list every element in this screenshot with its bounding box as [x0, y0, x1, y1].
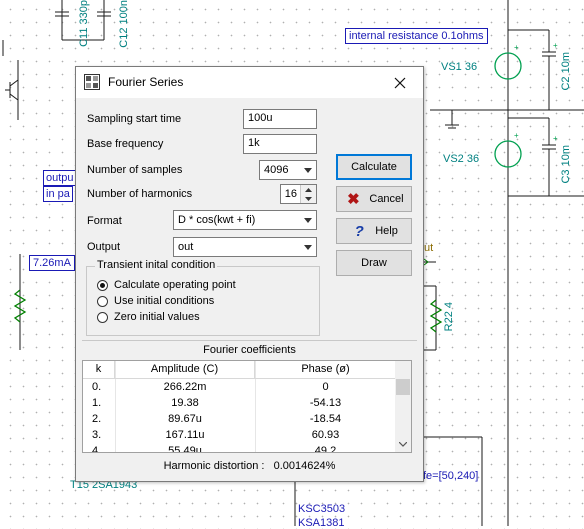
- table-header: k Amplitude (C) Phase (ø): [83, 361, 396, 379]
- base-frequency-input[interactable]: 1k: [243, 134, 317, 154]
- cell-phase: -18.54: [309, 413, 342, 425]
- help-question-icon: ?: [354, 222, 364, 240]
- table-row[interactable]: 4. 55.49u 49.2: [83, 443, 396, 453]
- harmonic-distortion-value: 0.0014624%: [273, 460, 336, 472]
- hfe-label: fe=[50,240]: [423, 470, 479, 482]
- svg-text:+: +: [553, 134, 558, 143]
- radio-zero-initial-values[interactable]: Zero initial values: [97, 310, 200, 324]
- transient-group-title: Transient inital condition: [95, 259, 218, 271]
- table-row[interactable]: 2. 89.67u -18.54: [83, 411, 396, 427]
- svg-text:+: +: [553, 41, 558, 50]
- cell-k: 1.: [92, 397, 102, 409]
- cell-k: 2.: [92, 413, 102, 425]
- radio-unselected-icon: [97, 311, 108, 323]
- table-row[interactable]: 1. 19.38 -54.13: [83, 395, 396, 411]
- column-header-phase[interactable]: Phase (ø): [255, 361, 396, 378]
- output-note-1: outpu: [43, 170, 77, 186]
- cancel-x-icon: ✖: [347, 191, 360, 208]
- draw-button[interactable]: Draw: [336, 250, 412, 276]
- number-of-harmonics-value: 16: [284, 188, 297, 200]
- cell-phase: 49.2: [314, 445, 337, 453]
- c3-label: C3 10m: [560, 145, 572, 184]
- calculate-button[interactable]: Calculate: [336, 154, 412, 180]
- number-of-samples-label: Number of samples: [87, 164, 183, 176]
- radio-label: Zero initial values: [114, 311, 200, 323]
- sampling-start-time-label: Sampling start time: [87, 113, 182, 125]
- cell-phase: 0: [322, 381, 329, 393]
- harmonic-distortion-label: Harmonic distortion :: [163, 460, 265, 472]
- fourier-series-dialog: Fourier Series Sampling start time 100u …: [75, 66, 424, 482]
- help-button-label: Help: [375, 225, 398, 237]
- radio-label: Calculate operating point: [114, 279, 236, 291]
- svg-text:+: +: [514, 131, 519, 140]
- output-value: out: [178, 241, 194, 253]
- cell-amplitude: 55.49u: [168, 445, 202, 453]
- scrollbar-thumb[interactable]: [396, 379, 410, 395]
- number-of-harmonics-label: Number of harmonics: [87, 188, 193, 200]
- c2-label: C2 10m: [560, 52, 572, 91]
- vs2-label: VS2 36: [443, 153, 480, 165]
- scroll-down-icon[interactable]: [395, 437, 411, 452]
- dialog-title: Fourier Series: [108, 75, 184, 89]
- radio-unselected-icon: [97, 295, 108, 307]
- close-icon: [394, 77, 406, 88]
- dialog-titlebar[interactable]: Fourier Series: [76, 67, 423, 98]
- chevron-down-icon: [300, 238, 316, 256]
- chevron-down-icon: [300, 211, 316, 229]
- c12-label: C12 100n: [118, 0, 130, 48]
- output-select[interactable]: out: [173, 237, 317, 257]
- sampling-start-time-input[interactable]: 100u: [243, 109, 317, 129]
- current-probe-label: 7.26mA: [29, 255, 75, 271]
- radio-calculate-operating-point[interactable]: Calculate operating point: [97, 278, 236, 292]
- transient-condition-group: Transient inital condition Calculate ope…: [86, 259, 320, 336]
- table-row[interactable]: 0. 266.22m 0: [83, 379, 396, 395]
- divider: [82, 340, 417, 341]
- radio-label: Use initial conditions: [114, 295, 215, 307]
- cell-k: 4.: [92, 445, 102, 453]
- cell-k: 3.: [92, 429, 102, 441]
- cell-amplitude: 19.38: [171, 397, 199, 409]
- radio-selected-icon: [97, 279, 108, 291]
- cancel-button-label: Cancel: [369, 193, 404, 205]
- c11-label: C11 330p: [78, 0, 90, 47]
- fourier-coefficients-table[interactable]: k Amplitude (C) Phase (ø) 0. 266.22m 0 1…: [82, 360, 412, 453]
- cell-amplitude: 167.11u: [165, 429, 205, 441]
- format-label: Format: [87, 215, 122, 227]
- output-label: Output: [87, 241, 121, 253]
- ksa1381-label: KSA1381: [298, 517, 345, 529]
- ksc3503-label: KSC3503: [298, 503, 346, 515]
- internal-resistance-note: internal resistance 0.1ohms: [345, 28, 488, 44]
- vs1-label: VS1 36: [441, 61, 478, 73]
- cancel-button[interactable]: ✖ Cancel: [336, 186, 412, 212]
- number-of-harmonics-stepper[interactable]: 16: [280, 184, 317, 204]
- number-of-samples-select[interactable]: 4096: [259, 160, 317, 180]
- output-note-2: in pa: [43, 186, 73, 202]
- table-row[interactable]: 3. 167.11u 60.93: [83, 427, 396, 443]
- cell-amplitude: 89.67u: [168, 413, 202, 425]
- base-frequency-label: Base frequency: [87, 138, 164, 150]
- table-scrollbar[interactable]: [395, 361, 411, 452]
- svg-text:+: +: [514, 43, 519, 52]
- column-header-k[interactable]: k: [83, 361, 115, 378]
- chevron-down-icon: [300, 161, 316, 179]
- cell-phase: 60.93: [311, 429, 340, 441]
- format-select[interactable]: D * cos(kwt + fi): [173, 210, 317, 230]
- column-header-amplitude[interactable]: Amplitude (C): [115, 361, 255, 378]
- spin-up-icon[interactable]: [301, 185, 316, 194]
- radio-use-initial-conditions[interactable]: Use initial conditions: [97, 294, 214, 308]
- help-button[interactable]: ? Help: [336, 218, 412, 244]
- cell-phase: -54.13: [309, 397, 342, 409]
- harmonic-distortion-readout: Harmonic distortion : 0.0014624%: [76, 460, 423, 472]
- close-button[interactable]: [377, 67, 423, 98]
- number-of-samples-value: 4096: [264, 164, 289, 176]
- cell-amplitude: 266.22m: [163, 381, 207, 393]
- cell-k: 0.: [92, 381, 102, 393]
- fourier-coefficients-title: Fourier coefficients: [203, 344, 296, 356]
- r22-label: R22 4: [443, 302, 455, 332]
- output-node-label: ut: [424, 242, 434, 254]
- spin-down-icon[interactable]: [301, 194, 316, 203]
- format-value: D * cos(kwt + fi): [178, 214, 256, 226]
- fourier-app-icon: [84, 74, 100, 90]
